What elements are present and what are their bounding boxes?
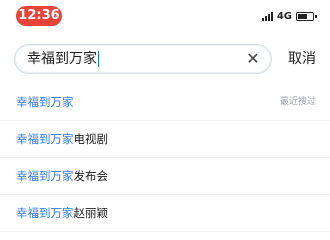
status-time: 12:36 <box>16 6 62 26</box>
suggestion-rest: 发布会 <box>73 169 109 183</box>
suggestion-rest: 赵丽颖 <box>73 206 109 220</box>
status-indicators: 4G <box>261 9 317 23</box>
suggestion-list: 幸福到万家 最近搜过 幸福到万家电视剧 幸福到万家发布会 幸福到万家赵丽颖 <box>0 84 330 232</box>
suggestion-rest: 电视剧 <box>73 132 109 146</box>
clear-icon[interactable]: ✕ <box>245 51 261 67</box>
text-caret <box>98 51 99 67</box>
search-input-value: 幸福到万家 <box>27 51 97 67</box>
suggestion-highlight: 幸福到万家 <box>16 206 74 220</box>
suggestion-highlight: 幸福到万家 <box>16 132 74 146</box>
signal-icon <box>261 11 273 21</box>
suggestion-item[interactable]: 幸福到万家赵丽颖 <box>0 195 330 232</box>
suggestion-item[interactable]: 幸福到万家发布会 <box>0 158 330 195</box>
suggestion-item[interactable]: 幸福到万家电视剧 <box>0 121 330 158</box>
battery-icon <box>296 11 317 21</box>
recent-search-tag: 最近搜过 <box>279 97 316 107</box>
suggestion-item[interactable]: 幸福到万家 最近搜过 <box>0 84 330 121</box>
status-bar: 12:36 4G <box>0 0 330 32</box>
network-type: 4G <box>276 10 292 22</box>
search-input[interactable]: 幸福到万家 <box>27 45 99 73</box>
search-box[interactable]: 幸福到万家 ✕ <box>14 44 272 74</box>
suggestion-highlight: 幸福到万家 <box>16 95 74 109</box>
cancel-button[interactable]: 取消 <box>288 46 316 72</box>
suggestion-highlight: 幸福到万家 <box>16 169 74 183</box>
